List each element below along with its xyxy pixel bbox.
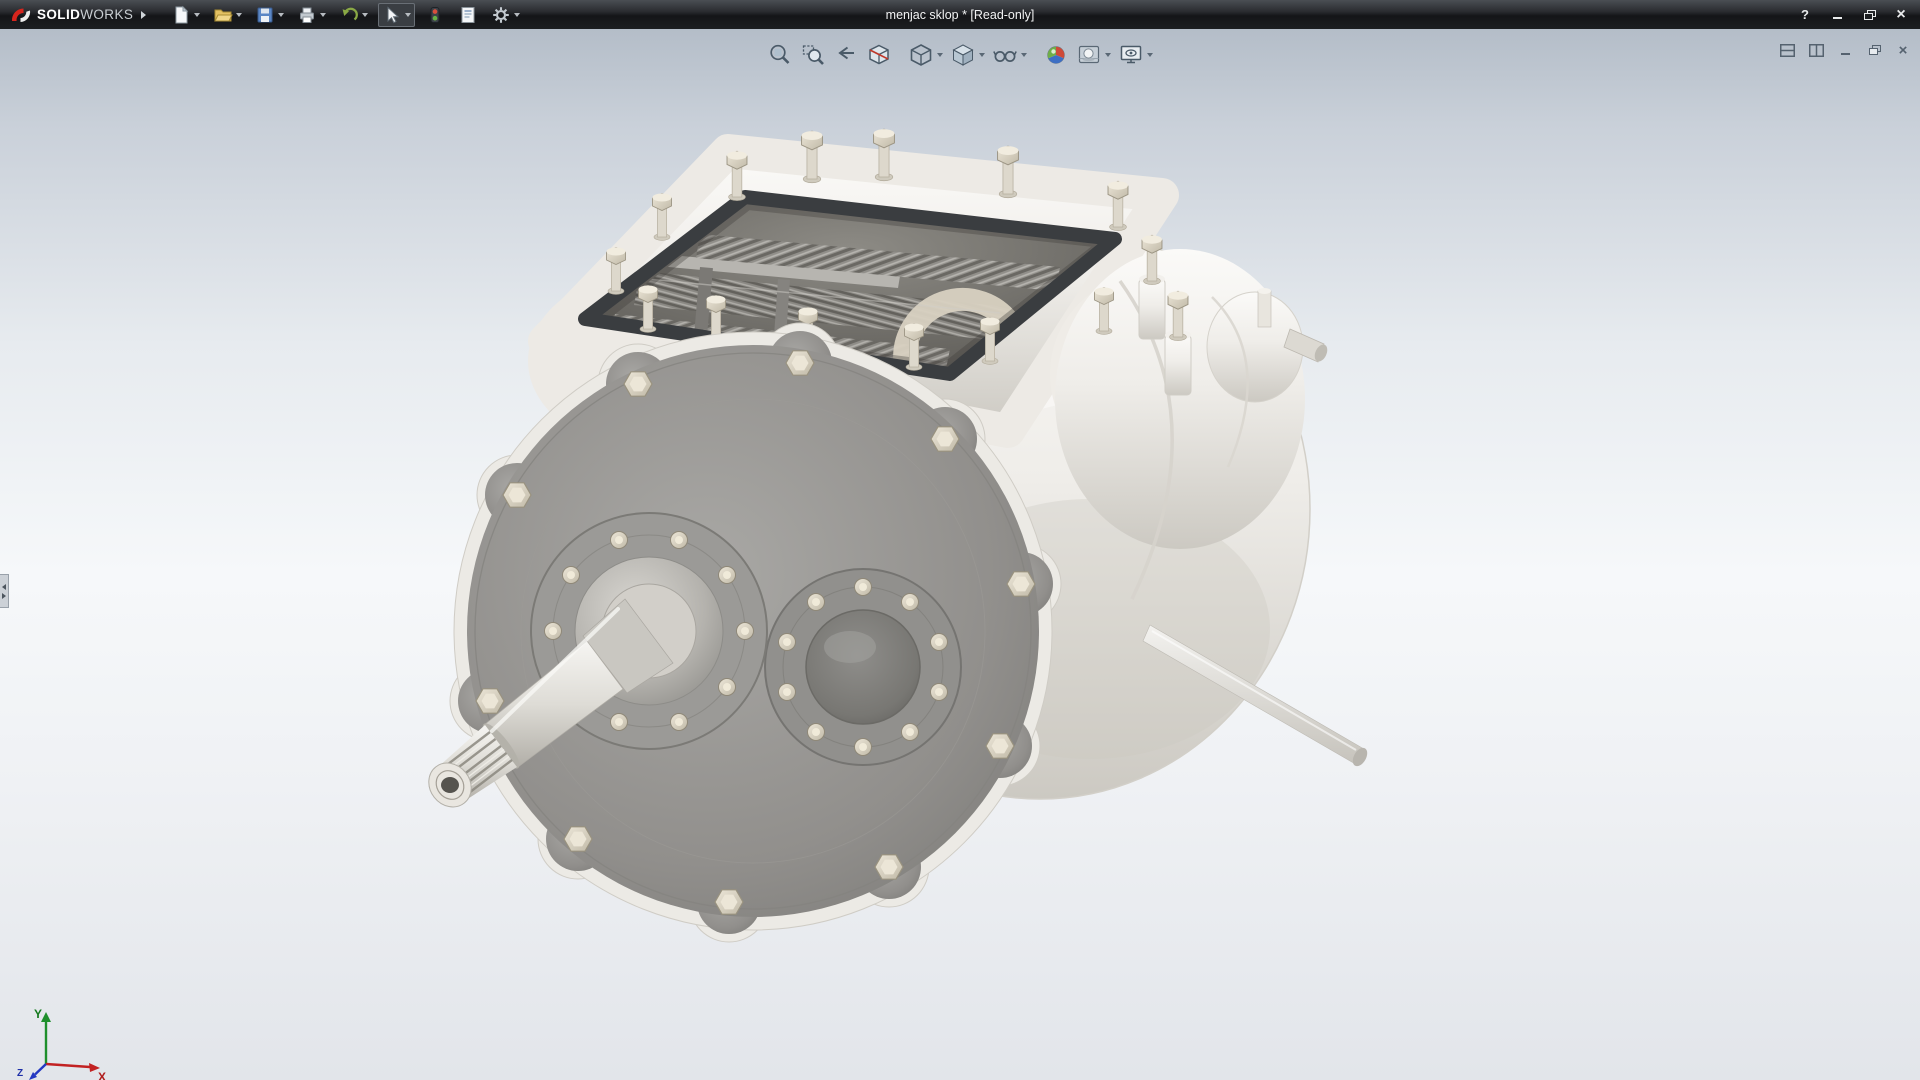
dropdown-arrow-icon[interactable] [1147, 53, 1153, 57]
menu-expand-icon[interactable] [141, 11, 146, 19]
document-restore-button[interactable] [1865, 41, 1883, 59]
previous-view-icon [833, 42, 859, 68]
view-settings-button[interactable] [1116, 41, 1155, 69]
display-style-button[interactable] [948, 41, 987, 69]
restore-icon [1869, 45, 1880, 55]
minimize-button[interactable] [1826, 4, 1848, 26]
select-button[interactable] [378, 3, 415, 27]
graphics-viewport[interactable]: × Y X Z *Dimetric [0, 29, 1920, 1080]
collapse-arrow-icon [2, 584, 6, 590]
apply-scene-icon [1076, 42, 1102, 68]
zoom-to-area-button[interactable] [798, 41, 828, 69]
bearing-cover[interactable] [765, 569, 961, 765]
section-view-icon [866, 42, 892, 68]
edit-appearance-icon [1043, 42, 1069, 68]
options-icon [491, 5, 511, 25]
dropdown-arrow-icon[interactable] [236, 13, 242, 17]
open-icon [213, 5, 233, 25]
view-orientation-button[interactable] [906, 41, 945, 69]
minimize-icon [1833, 17, 1842, 19]
display-style-icon [950, 42, 976, 68]
document-title: menjac sklop * [Read-only] [886, 0, 1035, 29]
close-button[interactable]: × [1890, 4, 1912, 26]
restore-icon [1864, 10, 1875, 20]
file-properties-icon [458, 5, 478, 25]
dropdown-arrow-icon[interactable] [362, 13, 368, 17]
headsup-view-toolbar [765, 41, 1155, 69]
close-icon: × [1899, 43, 1908, 58]
help-icon: ? [1801, 7, 1809, 22]
titlebar[interactable]: SOLIDWORKS [0, 0, 1920, 29]
solidworks-logo-text: SOLIDWORKS [37, 7, 133, 22]
save-icon [255, 5, 275, 25]
split-pane-vertical-button[interactable] [1807, 41, 1825, 59]
window-controls: ? × [1794, 4, 1914, 26]
zoom-to-fit-button[interactable] [765, 41, 795, 69]
solidworks-logo-icon [10, 5, 32, 25]
rebuild-icon [425, 5, 445, 25]
new-document-button[interactable] [168, 3, 203, 27]
dropdown-arrow-icon[interactable] [937, 53, 943, 57]
solidworks-logo: SOLIDWORKS [6, 5, 133, 25]
dropdown-arrow-icon[interactable] [1021, 53, 1027, 57]
y-axis-label: Y [34, 1007, 42, 1021]
expand-arrow-icon [2, 593, 6, 599]
split-vertical-icon [1809, 44, 1824, 57]
restore-button[interactable] [1858, 4, 1880, 26]
zoom-to-area-icon [800, 42, 826, 68]
section-view-button[interactable] [864, 41, 894, 69]
close-icon: × [1896, 7, 1905, 23]
logo-solid: SOLID [37, 7, 80, 22]
help-button[interactable]: ? [1794, 4, 1816, 26]
view-orientation-icon [908, 42, 934, 68]
logo-works: WORKS [80, 7, 133, 22]
rebuild-button[interactable] [422, 3, 448, 27]
minimize-icon [1841, 53, 1850, 55]
new-document-icon [171, 5, 191, 25]
dropdown-arrow-icon[interactable] [194, 13, 200, 17]
orientation-triad: Y X Z [10, 1004, 110, 1080]
undo-icon [339, 5, 359, 25]
dropdown-arrow-icon[interactable] [514, 13, 520, 17]
view-settings-icon [1118, 42, 1144, 68]
dropdown-arrow-icon[interactable] [278, 13, 284, 17]
print-button[interactable] [294, 3, 329, 27]
main-toolbar [168, 3, 523, 27]
hide-show-items-icon [992, 42, 1018, 68]
save-button[interactable] [252, 3, 287, 27]
file-properties-button[interactable] [455, 3, 481, 27]
open-button[interactable] [210, 3, 245, 27]
select-icon [382, 5, 402, 25]
document-close-button[interactable]: × [1894, 41, 1912, 59]
z-axis-label: Z [17, 1068, 23, 1079]
options-button[interactable] [488, 3, 523, 27]
edit-appearance-button[interactable] [1041, 41, 1071, 69]
undo-button[interactable] [336, 3, 371, 27]
gearbox-3d-model[interactable] [0, 29, 1920, 1080]
apply-scene-button[interactable] [1074, 41, 1113, 69]
zoom-to-fit-icon [767, 42, 793, 68]
split-pane-button[interactable] [1778, 41, 1796, 59]
dropdown-arrow-icon[interactable] [405, 13, 411, 17]
previous-view-button[interactable] [831, 41, 861, 69]
dropdown-arrow-icon[interactable] [320, 13, 326, 17]
document-minimize-button[interactable] [1836, 41, 1854, 59]
dropdown-arrow-icon[interactable] [1105, 53, 1111, 57]
hide-show-items-button[interactable] [990, 41, 1029, 69]
dropdown-arrow-icon[interactable] [979, 53, 985, 57]
print-icon [297, 5, 317, 25]
document-window-controls: × [1778, 41, 1912, 59]
featuremanager-flyout-handle[interactable] [0, 574, 9, 608]
split-horizontal-icon [1780, 44, 1795, 57]
y-axis-arrow [41, 1012, 51, 1022]
x-axis-label: X [98, 1070, 106, 1080]
